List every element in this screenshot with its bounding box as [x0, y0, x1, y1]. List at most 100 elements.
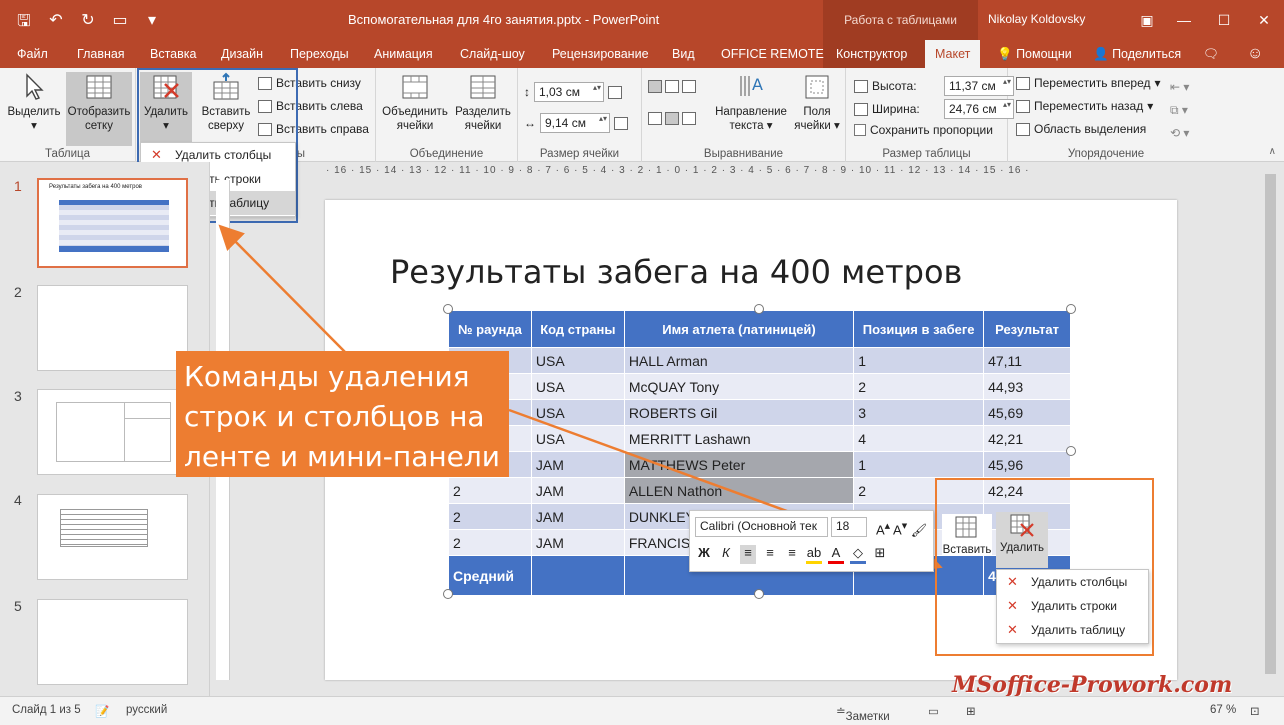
resize-handle[interactable]: [754, 304, 764, 314]
distribute-cols-icon[interactable]: [614, 116, 628, 130]
table-cell[interactable]: USA: [530, 373, 625, 400]
slide-thumbnail-3[interactable]: [37, 389, 188, 475]
mini-menu-delete-columns[interactable]: ✕ Удалить столбцы: [997, 570, 1148, 594]
slide-thumbnail-5[interactable]: [37, 599, 188, 685]
zoom-level[interactable]: 67 %: [1210, 704, 1236, 716]
resize-handle[interactable]: [1066, 304, 1076, 314]
bring-forward-button[interactable]: Переместить вперед ▾: [1016, 76, 1161, 90]
cell-margins-button[interactable]: Поля ячейки ▾: [792, 72, 842, 133]
minimize-icon[interactable]: —: [1164, 0, 1204, 40]
view-gridlines-button[interactable]: Отобразить сетку: [66, 72, 132, 146]
tab-transitions[interactable]: Переходы: [290, 40, 349, 68]
tab-home[interactable]: Главная: [77, 40, 125, 68]
redo-icon[interactable]: ↻: [78, 10, 98, 37]
table-cell[interactable]: ROBERTS Gil: [623, 399, 855, 426]
table-cell[interactable]: 2: [448, 477, 532, 504]
table-footer-cell[interactable]: [530, 555, 625, 596]
mini-menu-delete-table[interactable]: ✕ Удалить таблицу: [997, 618, 1148, 642]
font-color-icon[interactable]: A: [828, 545, 844, 564]
customize-icon[interactable]: ▾: [142, 10, 162, 37]
tab-layout[interactable]: Макет: [925, 40, 981, 68]
vertical-scrollbar[interactable]: [1262, 162, 1279, 696]
tab-file[interactable]: Файл: [17, 40, 48, 68]
tab-insert[interactable]: Вставка: [150, 40, 196, 68]
table-cell[interactable]: 3: [853, 399, 985, 426]
undo-icon[interactable]: ↶: [46, 10, 66, 37]
select-button[interactable]: Выделить ▾: [6, 72, 62, 133]
notes-button[interactable]: ≐ Заметки: [836, 704, 890, 723]
slide-title[interactable]: Результаты забега на 400 метров: [390, 253, 962, 291]
split-cells-button[interactable]: Разделить ячейки: [452, 72, 514, 133]
table-cell[interactable]: USA: [530, 425, 625, 452]
ribbon-display-icon[interactable]: ▣: [1130, 0, 1164, 40]
table-cell[interactable]: MERRITT Lashawn: [623, 425, 855, 452]
slide-thumbnail-2[interactable]: [37, 285, 188, 371]
align-right-icon[interactable]: ≡: [784, 545, 800, 564]
tab-share[interactable]: 👤 Поделиться: [1093, 40, 1181, 68]
align-bottom-icon[interactable]: [682, 112, 696, 125]
table-cell[interactable]: 2: [448, 503, 532, 530]
font-grow-shrink-icons[interactable]: A▴ A▾ 🖌: [876, 519, 927, 538]
font-size-input[interactable]: 18: [831, 517, 867, 537]
table-cell[interactable]: 47,11: [983, 347, 1071, 374]
table-cell[interactable]: 45,69: [983, 399, 1071, 426]
lock-aspect-checkbox[interactable]: [854, 124, 866, 136]
resize-handle[interactable]: [443, 589, 453, 599]
smiley-icon[interactable]: ☺: [1247, 40, 1263, 68]
merge-cells-button[interactable]: Объединить ячейки: [380, 72, 450, 133]
table-cell-selected[interactable]: MATTHEWS Peter: [623, 451, 855, 478]
table-cell-selected[interactable]: ALLEN Nathon: [623, 477, 855, 504]
resize-handle[interactable]: [754, 589, 764, 599]
table-cell[interactable]: JAM: [530, 477, 625, 504]
send-backward-button[interactable]: Переместить назад ▾: [1016, 99, 1153, 113]
comments-icon[interactable]: 🗨: [1203, 40, 1219, 68]
align-middle-icon[interactable]: [665, 112, 679, 125]
tab-design[interactable]: Дизайн: [221, 40, 263, 68]
sorter-view-icon[interactable]: ⊞: [966, 704, 976, 718]
align-icons[interactable]: ⇤ ▾ ⧉ ▾ ⟲ ▾: [1170, 76, 1189, 145]
table-header-cell[interactable]: Имя атлета (латиницей): [623, 310, 855, 348]
table-cell[interactable]: 4: [853, 425, 985, 452]
maximize-icon[interactable]: ☐: [1204, 0, 1244, 40]
table-height-input[interactable]: 11,37 см: [944, 76, 1014, 96]
table-cell[interactable]: McQUAY Tony: [623, 373, 855, 400]
table-cell[interactable]: JAM: [530, 529, 625, 556]
collapse-ribbon-icon[interactable]: ∧: [1269, 146, 1276, 157]
spellcheck-icon[interactable]: 📝: [95, 704, 109, 718]
tab-constructor[interactable]: Конструктор: [836, 40, 907, 68]
tab-review[interactable]: Рецензирование: [552, 40, 649, 68]
cell-height-input[interactable]: 1,03 см: [534, 82, 604, 102]
bold-icon[interactable]: Ж: [696, 545, 712, 564]
italic-icon[interactable]: К: [718, 545, 734, 564]
tab-help[interactable]: 💡 Помощни: [997, 40, 1072, 68]
tab-slideshow[interactable]: Слайд-шоу: [460, 40, 525, 68]
user-name[interactable]: Nikolay Koldovsky: [988, 12, 1085, 26]
resize-handle[interactable]: [443, 304, 453, 314]
table-cell[interactable]: 44,93: [983, 373, 1071, 400]
table-cell[interactable]: JAM: [530, 503, 625, 530]
table-footer-cell[interactable]: Средний: [448, 555, 532, 596]
slide-thumbnail-4[interactable]: [37, 494, 188, 580]
table-header-cell[interactable]: Позиция в забеге: [853, 310, 985, 348]
table-cell[interactable]: 2: [853, 373, 985, 400]
align-top-icon[interactable]: [648, 112, 662, 125]
table-cell[interactable]: USA: [530, 399, 625, 426]
table-header-cell[interactable]: Результат: [983, 310, 1071, 348]
close-icon[interactable]: ✕: [1244, 0, 1284, 40]
normal-view-icon[interactable]: ▭: [928, 704, 939, 718]
text-direction-button[interactable]: A Направление текста ▾: [712, 72, 790, 133]
table-cell[interactable]: 1: [853, 347, 985, 374]
align-left-icon[interactable]: ≡: [740, 545, 756, 564]
mini-menu-delete-rows[interactable]: ✕ Удалить строки: [997, 594, 1148, 618]
table-cell[interactable]: 45,96: [983, 451, 1071, 478]
tab-office-remote[interactable]: OFFICE REMOTE: [721, 40, 824, 68]
selection-pane-button[interactable]: Область выделения: [1016, 122, 1146, 136]
scrollbar-thumb[interactable]: [1265, 174, 1276, 674]
tab-animation[interactable]: Анимация: [374, 40, 433, 68]
align-center-icon[interactable]: ≡: [762, 545, 778, 564]
distribute-rows-icon[interactable]: [608, 85, 622, 99]
resize-handle[interactable]: [1066, 446, 1076, 456]
language-indicator[interactable]: русский: [126, 704, 167, 716]
table-header-cell[interactable]: № раунда: [448, 310, 532, 348]
slide-thumbnail-1[interactable]: Результаты забега на 400 метров: [37, 178, 188, 268]
